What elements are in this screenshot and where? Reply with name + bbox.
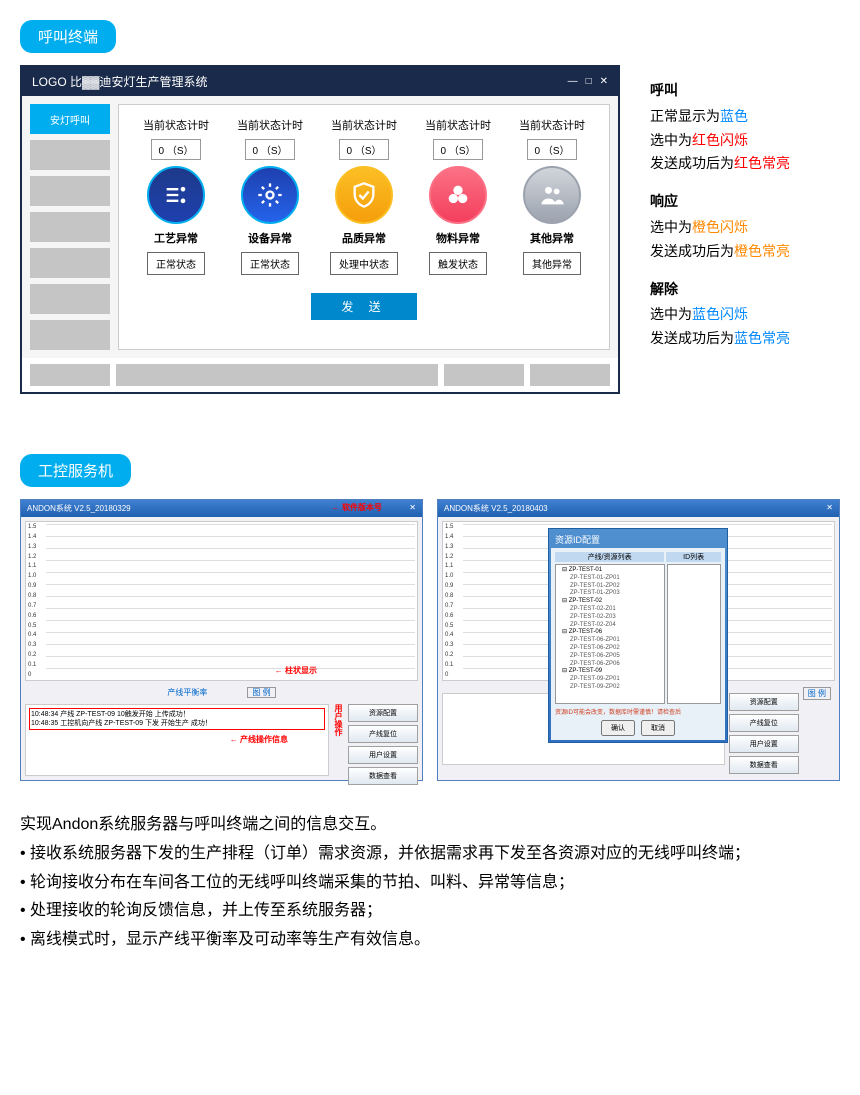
btn-data-view[interactable]: 数据查看	[348, 767, 418, 785]
col-resource: 产线/资源列表	[555, 552, 664, 562]
cancel-button[interactable]: 取消	[641, 720, 675, 736]
section-server: 工控服务机 ANDON系统 V2.5_20180329 ✕ ← 软件版本号 1.5…	[20, 454, 840, 955]
balance-label: 产线平衡率	[167, 688, 207, 697]
sidebar: 安灯呼叫	[30, 104, 110, 350]
boxes-icon[interactable]	[429, 166, 487, 224]
maximize-icon[interactable]: □	[586, 76, 592, 87]
server-window-1: ANDON系统 V2.5_20180329 ✕ ← 软件版本号 1.51.41.3…	[20, 499, 423, 781]
sidebar-item-4[interactable]	[30, 212, 110, 242]
window-title: LOGO 比▓▓迪安灯生产管理系统	[32, 73, 208, 90]
bottom-btn-4[interactable]	[530, 364, 610, 386]
window-controls: — □ ✕	[568, 76, 608, 87]
gear-icon[interactable]	[241, 166, 299, 224]
close-icon[interactable]: ✕	[600, 76, 608, 87]
anno-user: 用户操作	[333, 704, 344, 776]
status-state[interactable]: 正常状态	[147, 252, 205, 275]
sidebar-item-7[interactable]	[30, 320, 110, 350]
bottom-btn-2[interactable]	[116, 364, 438, 386]
color-legend: 呼叫 正常显示为蓝色 选中为红色闪烁 发送成功后为红色常亮 响应 选中为橙色闪烁…	[650, 65, 840, 394]
legend-button[interactable]: 图 例	[247, 687, 275, 698]
bottom-bar	[22, 358, 618, 392]
log-line-2: 10:48:35 工控机向产线 ZP-TEST-09 下发 开始生产 成功！	[31, 719, 323, 728]
close-icon[interactable]: ✕	[409, 503, 416, 514]
btn-user-settings[interactable]: 用户设置	[729, 735, 799, 753]
section2-badge: 工控服务机	[20, 454, 131, 487]
sidebar-item-3[interactable]	[30, 176, 110, 206]
status-quality[interactable]: 当前状态计时 0 （S） 品质异常 处理中状态	[319, 117, 409, 275]
desc-line-2: • 轮询接收分布在车间各工位的无线呼叫终端采集的节拍、叫料、异常等信息；	[20, 869, 840, 898]
legend-rel-h: 解除	[650, 278, 840, 302]
sidebar-item-6[interactable]	[30, 284, 110, 314]
win1-title: ANDON系统 V2.5_20180329	[27, 503, 131, 514]
side-ops-2: 资源配置 产线复位 用户设置 数据查看	[729, 693, 799, 765]
status-material[interactable]: 当前状态计时 0 （S） 物料异常 触发状态	[413, 117, 503, 275]
status-type: 工艺异常	[154, 230, 198, 246]
bottom-btn-3[interactable]	[444, 364, 524, 386]
id-list[interactable]	[667, 564, 721, 704]
btn-data-view[interactable]: 数据查看	[729, 756, 799, 774]
shield-icon[interactable]	[335, 166, 393, 224]
side-ops: 资源配置 产线复位 用户设置 数据查看	[348, 704, 418, 776]
log-line-1: 10:48:34 产线 ZP-TEST-09 10触发开始 上传成功！	[31, 710, 323, 719]
anno-ops: ← 产线操作信息	[230, 735, 288, 745]
legend-resp-h: 响应	[650, 190, 840, 214]
btn-line-reset[interactable]: 产线复位	[729, 714, 799, 732]
status-other[interactable]: 当前状态计时 0 （S） 其他异常 其他异常	[507, 117, 597, 275]
resource-id-dialog: 资源ID配置 产线/资源列表 ID列表 ⊟ ZP-TEST-01ZP-TEST-…	[548, 528, 728, 743]
terminal-window: LOGO 比▓▓迪安灯生产管理系统 — □ ✕ 安灯呼叫	[20, 65, 620, 394]
sidebar-item-andon-call[interactable]: 安灯呼叫	[30, 104, 110, 134]
sidebar-item-2[interactable]	[30, 140, 110, 170]
desc-line-1: • 接收系统服务器下发的生产排程（订单）需求资源，并依据需求再下发至各资源对应的…	[20, 840, 840, 869]
users-icon[interactable]	[523, 166, 581, 224]
section1-badge: 呼叫终端	[20, 20, 116, 53]
btn-line-reset[interactable]: 产线复位	[348, 725, 418, 743]
resource-tree[interactable]: ⊟ ZP-TEST-01ZP-TEST-01-ZP01ZP-TEST-01-ZP…	[555, 564, 665, 704]
btn-resource-config[interactable]: 资源配置	[348, 704, 418, 722]
win2-title: ANDON系统 V2.5_20180403	[444, 503, 548, 514]
desc-line-0: 实现Andon系统服务器与呼叫终端之间的信息交互。	[20, 811, 840, 840]
desc-line-4: • 离线模式时，显示产线平衡率及可动率等生产有效信息。	[20, 926, 840, 955]
dialog-warning: 资源ID可能会改变，数据库时需谨慎！请检查后	[555, 707, 721, 716]
main-panel: 当前状态计时 0 （S） 工艺异常 正常状态 当前状态计时 0 （S） 设备	[118, 104, 610, 350]
btn-user-settings[interactable]: 用户设置	[348, 746, 418, 764]
description: 实现Andon系统服务器与呼叫终端之间的信息交互。 • 接收系统服务器下发的生产…	[20, 811, 840, 955]
legend-button[interactable]: 图 例	[803, 687, 831, 700]
minimize-icon[interactable]: —	[568, 76, 578, 87]
server-window-2: ANDON系统 V2.5_20180403✕ 1.51.41.31.21.11.…	[437, 499, 840, 781]
anno-bar: ← 柱状显示	[275, 665, 317, 676]
bottom-btn-1[interactable]	[30, 364, 110, 386]
timer-value: 0 （S）	[151, 139, 200, 160]
col-id: ID列表	[666, 552, 721, 562]
status-equipment[interactable]: 当前状态计时 0 （S） 设备异常 正常状态	[225, 117, 315, 275]
timer-label: 当前状态计时	[143, 117, 209, 133]
log-box: 10:48:34 产线 ZP-TEST-09 10触发开始 上传成功！ 10:4…	[25, 704, 329, 776]
btn-resource-config[interactable]: 资源配置	[729, 693, 799, 711]
status-process[interactable]: 当前状态计时 0 （S） 工艺异常 正常状态	[131, 117, 221, 275]
send-button[interactable]: 发 送	[311, 293, 416, 320]
ok-button[interactable]: 确认	[601, 720, 635, 736]
close-icon[interactable]: ✕	[826, 503, 833, 514]
dialog-title: 资源ID配置	[551, 531, 725, 548]
section-call-terminal: 呼叫终端 LOGO 比▓▓迪安灯生产管理系统 — □ ✕ 安灯呼叫	[20, 20, 840, 394]
anno-version: ← 软件版本号	[332, 502, 382, 513]
process-icon[interactable]	[147, 166, 205, 224]
chart-area-1: 1.51.41.31.21.11.00.90.80.70.60.50.40.30…	[25, 521, 418, 681]
sidebar-item-5[interactable]	[30, 248, 110, 278]
legend-call-h: 呼叫	[650, 79, 840, 103]
desc-line-3: • 处理接收的轮询反馈信息，并上传至系统服务器；	[20, 897, 840, 926]
